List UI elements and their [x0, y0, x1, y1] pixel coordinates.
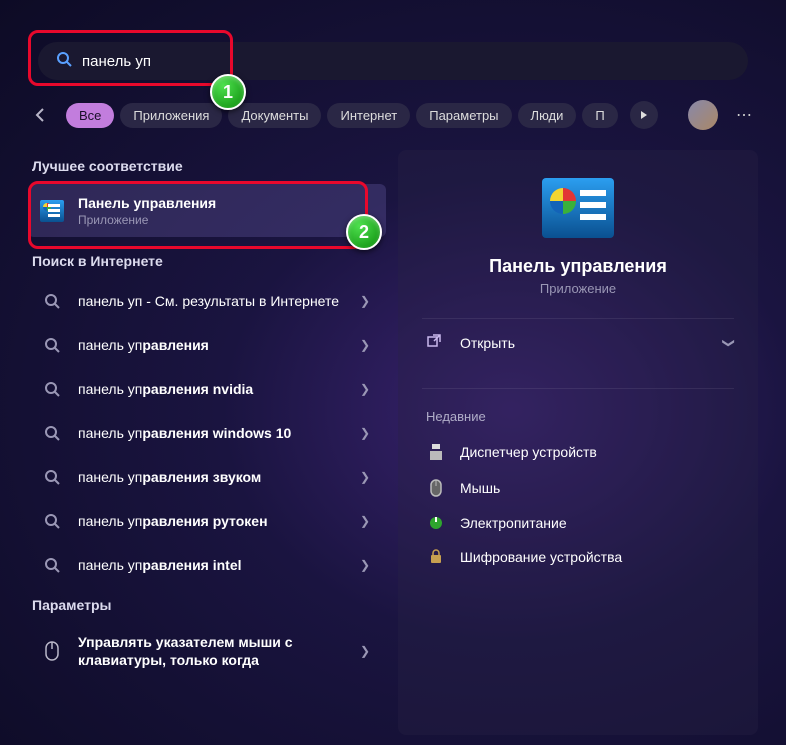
chevron-right-icon: ❯ [360, 382, 370, 396]
search-icon [40, 289, 64, 313]
recent-item-icon [426, 443, 446, 461]
web-suggestion[interactable]: панель управления рутокен ❯ [28, 499, 386, 543]
web-suggestion[interactable]: панель уп - См. результаты в Интернете ❯ [28, 279, 386, 323]
filter-chip-all[interactable]: Все [66, 103, 114, 128]
filter-scroll-right[interactable] [630, 101, 658, 129]
recent-header: Недавние [426, 409, 734, 424]
open-label: Открыть [460, 335, 515, 351]
filter-row: Все Приложения Документы Интернет Параме… [28, 98, 758, 132]
chevron-right-icon: ❯ [360, 558, 370, 572]
chevron-down-icon[interactable]: ❯ [722, 337, 736, 347]
search-bar[interactable] [38, 42, 748, 80]
web-suggestion[interactable]: панель управления ❯ [28, 323, 386, 367]
best-match-item[interactable]: Панель управления Приложение [28, 184, 386, 237]
recent-item-label: Шифрование устройства [460, 549, 622, 565]
control-panel-icon-large [542, 178, 614, 238]
chevron-right-icon: ❯ [360, 294, 370, 308]
mouse-icon [40, 639, 64, 663]
preview-panel: Панель управления Приложение Открыть ❯ Н… [398, 150, 758, 735]
annotation-badge-2: 2 [346, 214, 382, 250]
preview-subtitle: Приложение [422, 281, 734, 296]
recent-item-icon [426, 515, 446, 531]
suggestion-text: панель управления nvidia [78, 380, 352, 398]
suggestion-text: панель управления рутокен [78, 512, 352, 530]
results-panel: Лучшее соответствие Панель управления Пр… [28, 150, 386, 735]
best-match-title: Панель управления [78, 194, 374, 212]
search-icon [40, 465, 64, 489]
filter-chip-people[interactable]: Люди [518, 103, 577, 128]
control-panel-icon [40, 199, 64, 223]
chevron-right-icon: ❯ [360, 644, 370, 658]
search-icon [40, 377, 64, 401]
search-icon [40, 553, 64, 577]
chevron-right-icon: ❯ [360, 514, 370, 528]
search-icon [40, 421, 64, 445]
web-suggestion[interactable]: панель управления звуком ❯ [28, 455, 386, 499]
filter-chip-web[interactable]: Интернет [327, 103, 410, 128]
recent-item[interactable]: Диспетчер устройств [422, 434, 734, 470]
suggestion-text: панель управления [78, 336, 352, 354]
chevron-right-icon: ❯ [360, 338, 370, 352]
best-match-header: Лучшее соответствие [32, 158, 386, 174]
chevron-right-icon: ❯ [360, 470, 370, 484]
search-icon [40, 509, 64, 533]
web-suggestion[interactable]: панель управления intel ❯ [28, 543, 386, 587]
settings-section-header: Параметры [32, 597, 386, 613]
search-icon [56, 51, 72, 72]
filter-chip-docs[interactable]: Документы [228, 103, 321, 128]
recent-item-icon [426, 479, 446, 497]
settings-item-label: Управлять указателем мыши с клавиатуры, … [78, 633, 352, 669]
web-search-header: Поиск в Интернете [32, 253, 386, 269]
preview-title: Панель управления [422, 256, 734, 277]
annotation-badge-1: 1 [210, 74, 246, 110]
suggestion-text: панель уп - См. результаты в Интернете [78, 292, 352, 310]
search-icon [40, 333, 64, 357]
recent-item-label: Мышь [460, 480, 500, 496]
recent-item-label: Диспетчер устройств [460, 444, 597, 460]
open-icon [426, 333, 446, 352]
user-avatar[interactable] [688, 100, 718, 130]
best-match-subtitle: Приложение [78, 213, 374, 227]
recent-item[interactable]: Шифрование устройства [422, 540, 734, 574]
filter-chip-truncated[interactable]: П [582, 103, 617, 128]
recent-item[interactable]: Мышь [422, 470, 734, 506]
suggestion-text: панель управления windows 10 [78, 424, 352, 442]
chevron-right-icon: ❯ [360, 426, 370, 440]
back-arrow[interactable] [28, 102, 54, 128]
recent-item[interactable]: Электропитание [422, 506, 734, 540]
suggestion-text: панель управления звуком [78, 468, 352, 486]
suggestion-text: панель управления intel [78, 556, 352, 574]
filter-chip-settings[interactable]: Параметры [416, 103, 511, 128]
open-action[interactable]: Открыть ❯ [422, 319, 734, 366]
settings-item[interactable]: Управлять указателем мыши с клавиатуры, … [28, 623, 386, 679]
web-suggestion[interactable]: панель управления nvidia ❯ [28, 367, 386, 411]
filter-chip-apps[interactable]: Приложения [120, 103, 222, 128]
web-suggestion[interactable]: панель управления windows 10 ❯ [28, 411, 386, 455]
divider [422, 388, 734, 389]
search-input[interactable] [82, 53, 730, 70]
recent-item-label: Электропитание [460, 515, 567, 531]
more-options-button[interactable]: ⋯ [730, 101, 758, 129]
recent-item-icon [426, 549, 446, 565]
